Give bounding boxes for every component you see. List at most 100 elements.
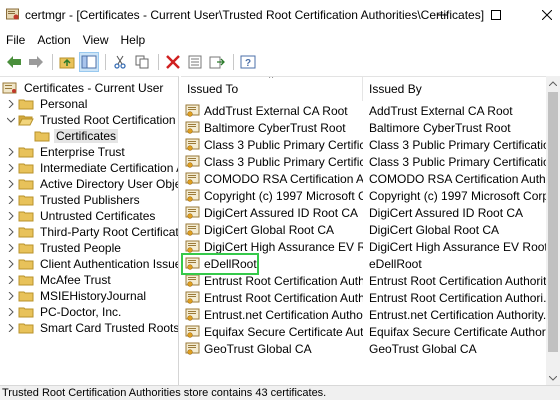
- tree-item-trusted-publishers[interactable]: Trusted Publishers: [6, 192, 142, 208]
- issued-to-text: DigiCert Global Root CA: [204, 222, 335, 237]
- console-tree: Certificates - Current User Personal Tru…: [0, 76, 179, 385]
- table-row[interactable]: Entrust.net Certification Author... Entru…: [181, 306, 546, 323]
- issued-to-text: Entrust Root Certification Authori...: [204, 273, 363, 288]
- table-row[interactable]: AddTrust External CA Root AddTrust Extern…: [181, 102, 546, 119]
- tree-item-trusted-people[interactable]: Trusted People: [6, 240, 123, 256]
- menu-view[interactable]: View: [77, 33, 115, 47]
- cell-issued-by: Class 3 Public Primary Certificatio...: [369, 137, 546, 152]
- tree-item-intermediate[interactable]: Intermediate Certification Au: [6, 160, 179, 176]
- tree-item-active-directory[interactable]: Active Directory User Object: [6, 176, 179, 192]
- issued-to-text: COMODO RSA Certification Au...: [204, 171, 363, 186]
- tree-item-personal[interactable]: Personal: [6, 96, 89, 112]
- table-row[interactable]: DigiCert Global Root CA DigiCert Global R…: [181, 221, 546, 238]
- tree-item-client-auth[interactable]: Client Authentication Issuers: [6, 256, 178, 272]
- maximize-button[interactable]: [473, 0, 519, 30]
- cell-issued-by: DigiCert Assured ID Root CA: [369, 205, 524, 220]
- chevron-right-icon[interactable]: [6, 288, 16, 304]
- table-row[interactable]: Class 3 Public Primary Certificat... Clas…: [181, 136, 546, 153]
- tree-item-label: Trusted Root Certification Au: [40, 113, 179, 127]
- chevron-right-icon[interactable]: [6, 176, 16, 192]
- help-icon: ?: [240, 55, 256, 69]
- up-folder-icon: [59, 57, 75, 69]
- chevron-right-icon[interactable]: [6, 208, 16, 224]
- table-row[interactable]: Copyright (c) 1997 Microsoft C... Copyrig…: [181, 187, 546, 204]
- scroll-up-button[interactable]: [546, 76, 560, 90]
- table-row[interactable]: Equifax Secure Certificate Auth... Equifa…: [181, 323, 546, 340]
- cut-button[interactable]: [110, 52, 130, 72]
- tree-item-trusted-root[interactable]: Trusted Root Certification Au: [6, 112, 179, 128]
- tree-item-pc-doctor[interactable]: PC-Doctor, Inc.: [6, 304, 123, 320]
- cell-issued-to: AddTrust External CA Root: [181, 104, 363, 118]
- back-button[interactable]: [4, 52, 24, 72]
- tree-item-label: Active Directory User Object: [40, 177, 179, 191]
- table-row[interactable]: COMODO RSA Certification Au... COMODO RSA…: [181, 170, 546, 187]
- folder-icon: [18, 243, 34, 254]
- table-row[interactable]: Entrust Root Certification Authori... Ent…: [181, 289, 546, 306]
- chevron-right-icon[interactable]: [6, 320, 16, 336]
- forward-button[interactable]: [26, 52, 46, 72]
- properties-button[interactable]: [185, 52, 205, 72]
- table-row[interactable]: Baltimore CyberTrust Root Baltimore Cyber…: [181, 119, 546, 136]
- chevron-right-icon[interactable]: [6, 192, 16, 208]
- cell-issued-by: AddTrust External CA Root: [369, 103, 513, 118]
- chevron-right-icon[interactable]: [6, 304, 16, 320]
- tree-root-label: Certificates - Current User: [24, 81, 164, 95]
- folder-icon: [18, 307, 34, 318]
- delete-button[interactable]: [163, 52, 183, 72]
- cell-issued-to: Copyright (c) 1997 Microsoft C...: [181, 189, 363, 203]
- tree-item-label: Certificates: [54, 129, 119, 143]
- svg-text:?: ?: [245, 58, 251, 69]
- column-header-issued-to[interactable]: ^ Issued To: [181, 77, 363, 101]
- issued-to-text: Equifax Secure Certificate Auth...: [204, 324, 363, 339]
- delete-icon: [166, 55, 180, 69]
- menu-help[interactable]: Help: [115, 33, 152, 47]
- tree-item-label: MSIEHistoryJournal: [40, 289, 147, 303]
- cell-issued-to: Baltimore CyberTrust Root: [181, 121, 363, 135]
- column-header-issued-by[interactable]: Issued By: [363, 77, 546, 101]
- help-button[interactable]: ?: [238, 52, 258, 72]
- tree-item-third-party-root[interactable]: Third-Party Root Certification: [6, 224, 178, 240]
- menu-action[interactable]: Action: [31, 33, 76, 47]
- chevron-right-icon[interactable]: [6, 224, 16, 240]
- tree-item-label: Intermediate Certification Au: [40, 161, 179, 175]
- chevron-right-icon[interactable]: [6, 160, 16, 176]
- chevron-right-icon[interactable]: [6, 96, 16, 112]
- certificate-icon: [185, 274, 200, 287]
- tree-item-certificates[interactable]: Certificates: [32, 128, 119, 144]
- cell-issued-by: GeoTrust Global CA: [369, 341, 477, 356]
- cell-issued-by: DigiCert Global Root CA: [369, 222, 500, 237]
- export-list-button[interactable]: [207, 52, 227, 72]
- chevron-right-icon[interactable]: [6, 240, 16, 256]
- cell-issued-by: Entrust.net Certification Authority...: [369, 307, 546, 322]
- certificate-icon: [185, 155, 200, 168]
- tree-item-mcafee[interactable]: McAfee Trust: [6, 272, 113, 288]
- scroll-thumb[interactable]: [548, 92, 558, 352]
- chevron-down-icon[interactable]: [6, 112, 16, 128]
- table-row[interactable]: DigiCert Assured ID Root CA DigiCert Assu…: [181, 204, 546, 221]
- tree-root[interactable]: Certificates - Current User: [2, 80, 165, 96]
- chevron-right-icon[interactable]: [6, 272, 16, 288]
- tree-item-untrusted[interactable]: Untrusted Certificates: [6, 208, 157, 224]
- folder-icon: [18, 323, 34, 334]
- toolbar-separator: [158, 54, 159, 70]
- issued-to-text: DigiCert High Assurance EV Ro...: [204, 239, 363, 254]
- table-row[interactable]: Class 3 Public Primary Certificat... Clas…: [181, 153, 546, 170]
- cell-issued-by: Class 3 Public Primary Certificatio...: [369, 154, 546, 169]
- vertical-scrollbar[interactable]: [546, 76, 560, 385]
- show-hide-console-tree-button[interactable]: [79, 52, 99, 72]
- close-button[interactable]: [524, 0, 560, 30]
- minimize-button[interactable]: [420, 0, 466, 30]
- tree-item-smart-card[interactable]: Smart Card Trusted Roots: [6, 320, 178, 336]
- back-arrow-icon: [7, 56, 21, 68]
- tree-item-msiehistory[interactable]: MSIEHistoryJournal: [6, 288, 148, 304]
- copy-button[interactable]: [132, 52, 152, 72]
- chevron-right-icon[interactable]: [6, 256, 16, 272]
- toolbar-separator: [233, 54, 234, 70]
- table-row[interactable]: GeoTrust Global CA GeoTrust Global CA: [181, 340, 546, 357]
- tree-item-enterprise-trust[interactable]: Enterprise Trust: [6, 144, 127, 160]
- chevron-right-icon[interactable]: [6, 144, 16, 160]
- tree-item-label: Untrusted Certificates: [40, 209, 156, 223]
- scroll-down-button[interactable]: [546, 371, 560, 385]
- menu-file[interactable]: File: [0, 33, 31, 47]
- up-one-level-button[interactable]: [57, 52, 77, 72]
